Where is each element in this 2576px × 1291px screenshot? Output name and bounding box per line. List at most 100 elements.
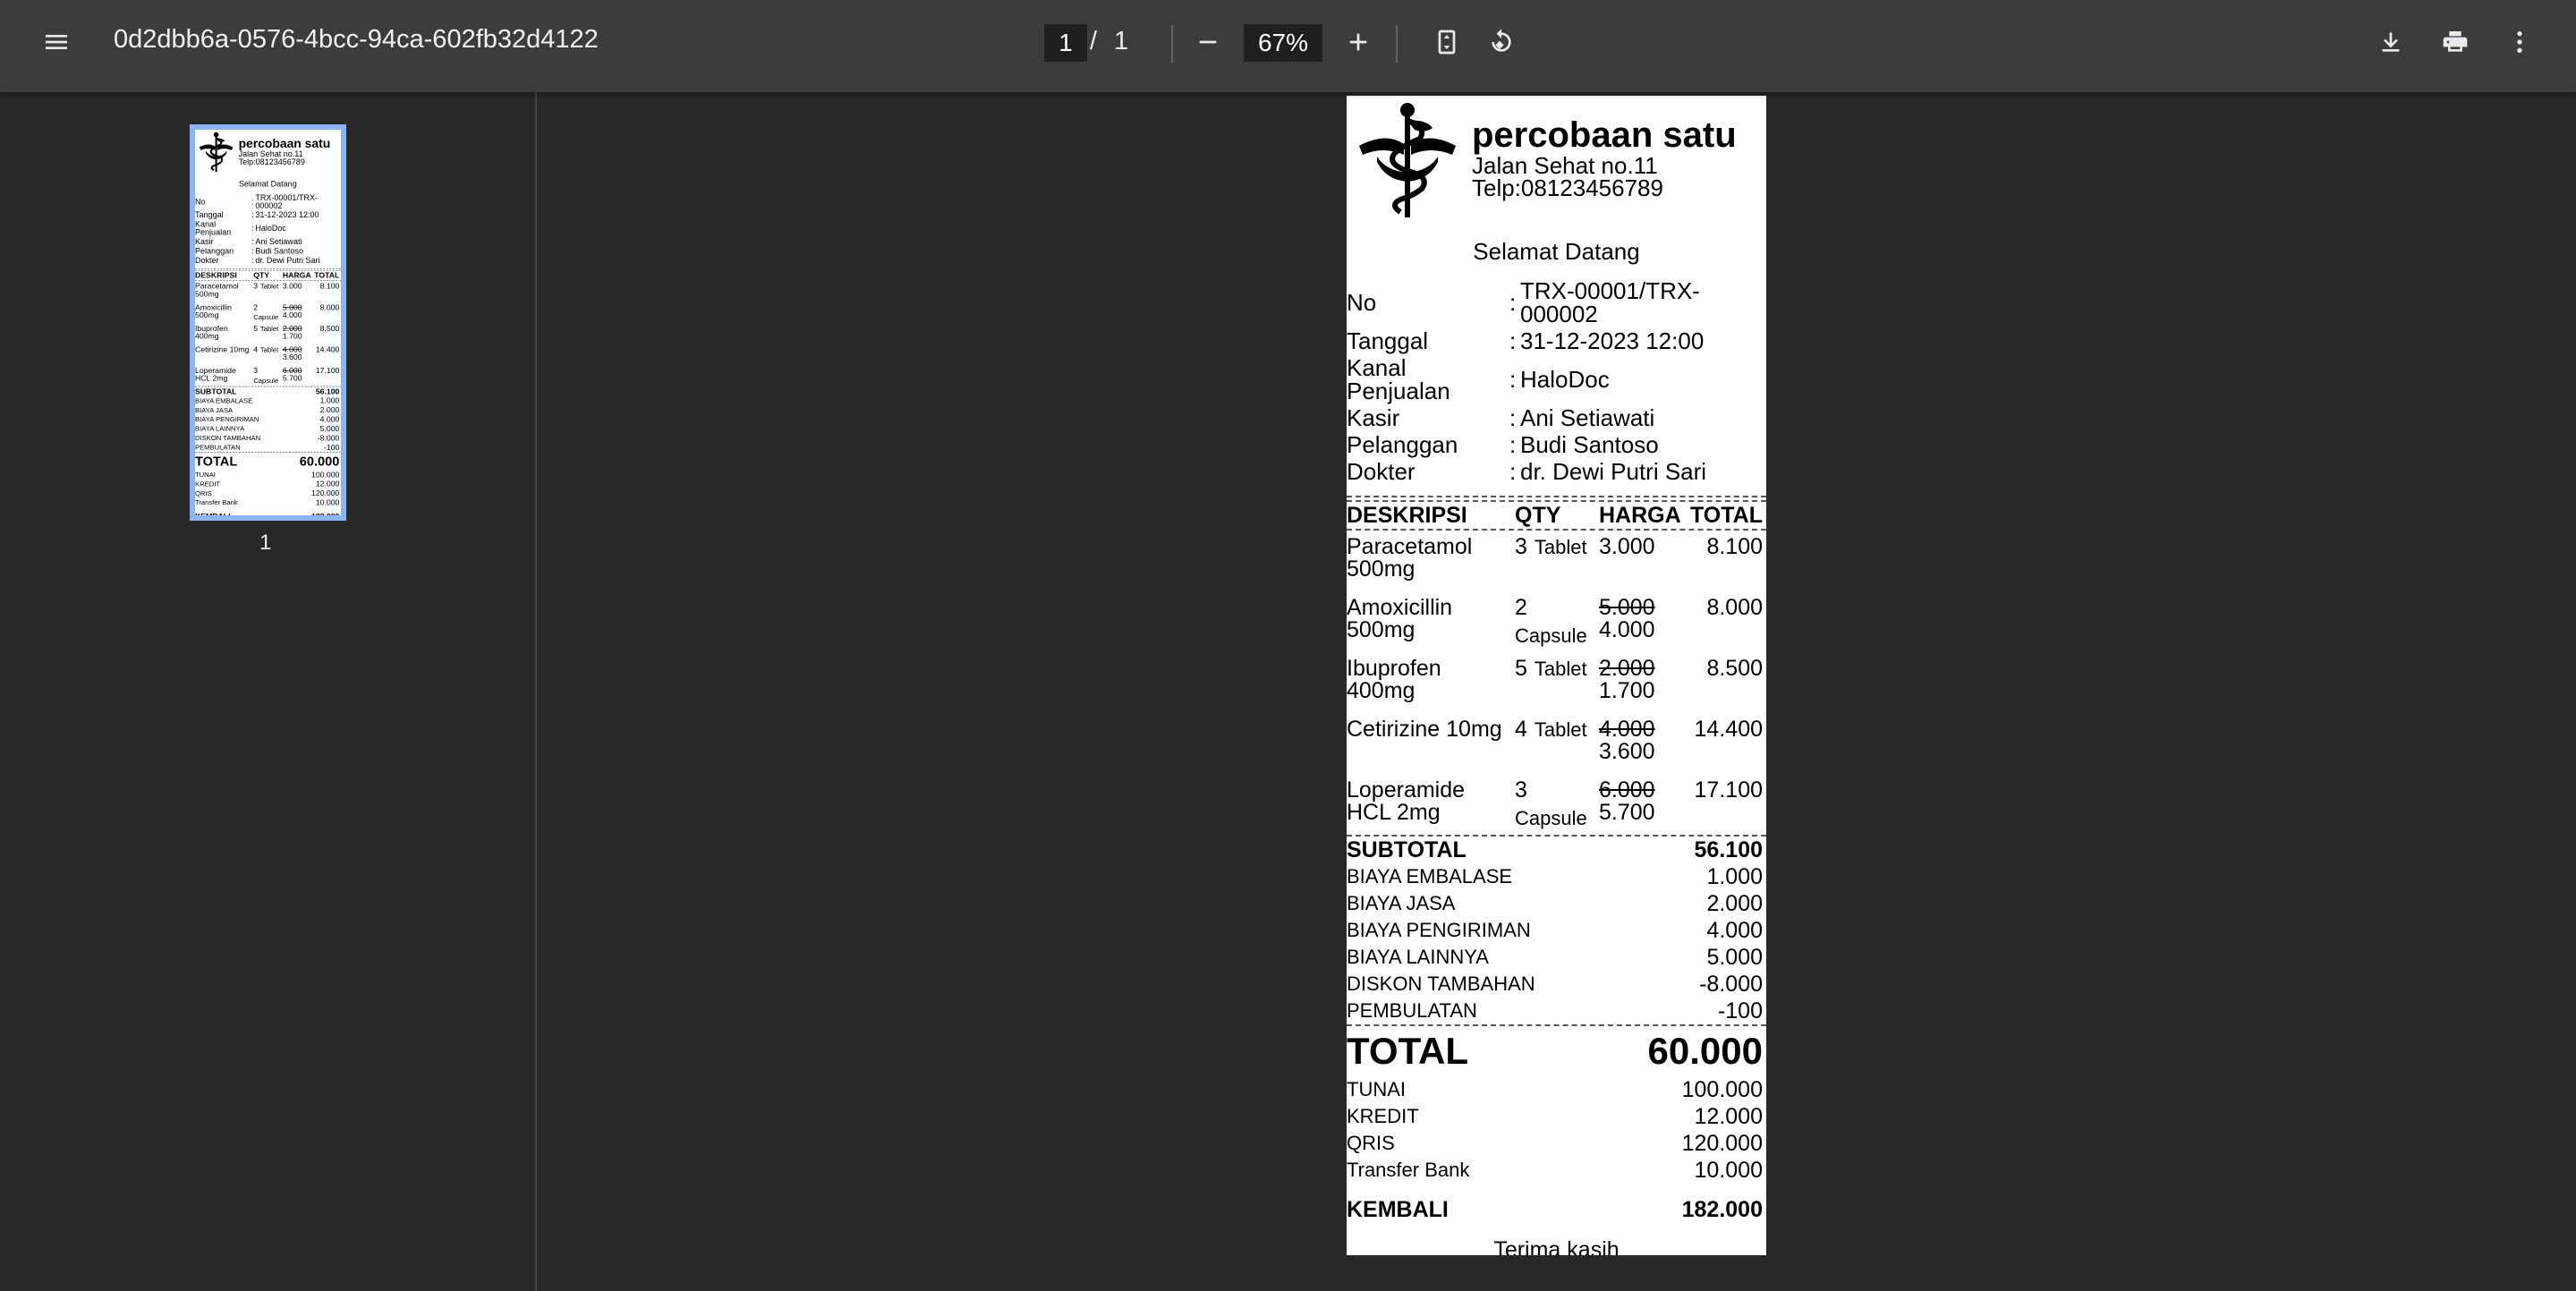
item-final-price: 3.000 (282, 282, 302, 291)
charge-label: BIAYA PENGIRIMAN (195, 415, 259, 423)
payment-label: Transfer Bank (195, 498, 238, 506)
zoom-in-icon[interactable] (1330, 13, 1387, 71)
more-vert-icon[interactable] (2491, 13, 2548, 71)
fit-page-icon[interactable] (1418, 13, 1475, 71)
info-colon: : (1509, 366, 1517, 393)
item-price: 2.000 1.700 (283, 325, 303, 344)
charge-row: DISKON TAMBAHAN -8.000 (195, 433, 341, 443)
payment-row: KREDIT 12.000 (1347, 1103, 1766, 1130)
payment-value: 120.000 (1681, 1131, 1763, 1156)
rotate-icon[interactable] (1473, 13, 1530, 71)
download-icon[interactable] (2362, 13, 2419, 71)
item-name: Loperamide HCL 2mg (1347, 777, 1466, 825)
charge-value: 2.000 (1706, 891, 1763, 916)
charge-value: 5.000 (1706, 945, 1763, 970)
item-unit: Capsule (1515, 807, 1587, 829)
payment-row: TUNAI 100.000 (1347, 1076, 1766, 1103)
change-label: KEMBALI (1347, 1196, 1449, 1222)
charge-row: BIAYA JASA 2.000 (1347, 890, 1766, 917)
items-table-header: DESKRIPSI QTY HARGA TOTAL (195, 271, 341, 281)
welcome-text: Selamat Datang (1473, 238, 1640, 265)
change-value: 182.000 (1681, 1196, 1763, 1222)
item-row: Loperamide HCL 2mg 3 Capsule 6.000 5.700 17.1… (1347, 774, 1766, 835)
item-final-price: 5.700 (282, 374, 302, 383)
charge-row: BIAYA EMBALASE 1.000 (1347, 863, 1766, 890)
info-value: Budi Santoso (1520, 431, 1659, 458)
info-row: No: TRX-00001/TRX-000002 (1347, 279, 1766, 326)
item-row: Paracetamol 500mg 3 Tablet 3.000 8.100 (195, 281, 341, 302)
info-value: 31-12-2023 12:00 (255, 209, 319, 220)
info-row: Kasir: Ani Setiawati (1347, 406, 1766, 429)
item-original-price: 6.000 (1599, 777, 1655, 803)
payment-label: QRIS (195, 488, 212, 497)
item-qty-number: 4 (1515, 717, 1527, 742)
column-header-price: HARGA (1599, 503, 1681, 528)
charge-row: BIAYA PENGIRIMAN 4.000 (195, 415, 341, 424)
item-final-price: 1.700 (282, 331, 302, 341)
zoom-level-input[interactable]: 67% (1244, 24, 1322, 62)
page-separator: / (1090, 27, 1098, 55)
item-row: Amoxicillin 500mg 2 Capsule 5.000 4.000 8.000 (1347, 591, 1766, 652)
item-unit: Tablet (259, 282, 279, 291)
item-price: 3.000 (1599, 536, 1658, 591)
charge-row: BIAYA PENGIRIMAN 4.000 (1347, 917, 1766, 944)
charge-label: DISKON TAMBAHAN (195, 434, 261, 442)
total-value: 60.000 (299, 454, 340, 469)
welcome-text: Selamat Datang (239, 179, 297, 189)
item-name: Loperamide HCL 2mg (195, 366, 236, 383)
payment-label: Transfer Bank (1347, 1159, 1470, 1181)
column-header-description: DESKRIPSI (1347, 503, 1467, 528)
info-value: HaloDoc (1520, 366, 1610, 393)
item-price: 2.000 1.700 (1599, 658, 1658, 713)
info-row: Kanal Penjualan: HaloDoc (1347, 356, 1766, 403)
items-list: Paracetamol 500mg 3 Tablet 3.000 8.100 Amoxic… (195, 281, 341, 386)
item-total: 8.100 (1706, 534, 1763, 559)
menu-icon[interactable] (28, 13, 85, 71)
column-header-qty: QTY (1515, 503, 1561, 528)
change-value: 182.000 (310, 511, 340, 521)
item-name: Paracetamol 500mg (1347, 534, 1473, 582)
column-header-description: DESKRIPSI (195, 270, 237, 280)
store-address: Jalan Sehat no.11 Telp:08123456789 (1472, 154, 1663, 200)
item-qty: 2 Capsule (1515, 597, 1599, 652)
item-qty: 4 Tablet (1515, 718, 1599, 774)
item-price: 4.000 3.600 (1599, 718, 1658, 774)
info-key: Kasir (195, 236, 214, 247)
payment-row: Transfer Bank 10.000 (195, 498, 341, 507)
payment-value: 10.000 (315, 497, 340, 507)
charges-list: BIAYA EMBALASE 1.000 BIAYA JASA 2.000 BIAYA … (195, 396, 341, 452)
total-label: TOTAL (195, 454, 238, 469)
print-icon[interactable] (2427, 13, 2484, 71)
receipt-header: percobaan satu Jalan Sehat no.11 Telp:08… (1347, 96, 1766, 225)
info-key: Dokter (195, 255, 219, 265)
item-total: 8.000 (1706, 595, 1763, 620)
page-thumbnail[interactable]: percobaan satu Jalan Sehat no.11 Telp:08… (190, 124, 346, 521)
payment-row: TUNAI 100.000 (195, 470, 341, 480)
info-colon: : (1509, 458, 1517, 485)
payment-value: 120.000 (310, 488, 340, 498)
item-row: Loperamide HCL 2mg 3 Capsule 6.000 5.700 17.1… (195, 365, 341, 386)
item-price: 6.000 5.700 (1599, 779, 1658, 835)
item-qty: 3 Capsule (253, 367, 283, 386)
page-number-input[interactable]: 1 (1044, 24, 1087, 62)
info-row: Pelanggan: Budi Santoso (195, 247, 341, 255)
charge-row: BIAYA LAINNYA 5.000 (1347, 944, 1766, 971)
item-original-price: 2.000 (1599, 656, 1655, 681)
transaction-info: No: TRX-00001/TRX-000002 Tanggal:31-12-202… (1347, 279, 1766, 483)
item-final-price: 1.700 (1599, 678, 1655, 703)
charge-label: BIAYA JASA (195, 405, 234, 414)
zoom-out-icon[interactable] (1179, 13, 1237, 71)
item-unit: Tablet (1534, 536, 1587, 558)
item-unit: Tablet (1534, 658, 1587, 680)
item-row: Cetirizine 10mg 4 Tablet 4.000 3.600 14.400 (195, 344, 341, 365)
info-key: Pelanggan (1347, 431, 1458, 458)
item-price: 5.000 4.000 (1599, 597, 1658, 652)
column-header-total: TOTAL (1689, 503, 1763, 528)
payment-value: 12.000 (315, 480, 340, 488)
info-key: No (1347, 289, 1377, 316)
item-name: Paracetamol 500mg (195, 282, 239, 299)
charge-label: BIAYA PENGIRIMAN (1347, 919, 1531, 941)
item-unit: Tablet (259, 345, 279, 354)
item-unit: Capsule (253, 376, 279, 385)
item-unit: Tablet (259, 324, 279, 333)
